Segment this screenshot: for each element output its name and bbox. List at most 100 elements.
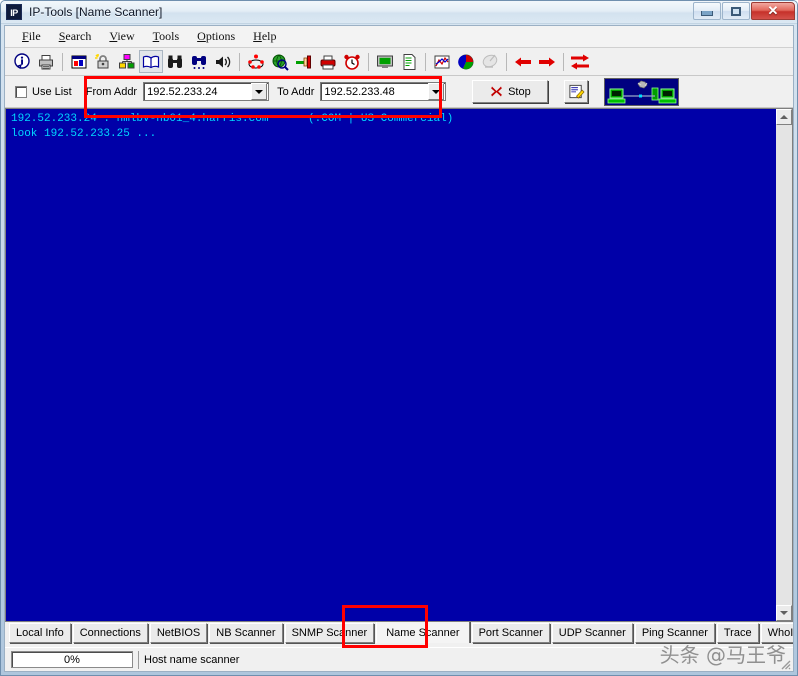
from-addr-combo[interactable]: 192.52.233.24 xyxy=(143,82,269,101)
name-scanner-button[interactable] xyxy=(139,50,163,73)
network-activity-indicator xyxy=(604,78,679,106)
tab-ping-scanner[interactable]: Ping Scanner xyxy=(635,623,715,643)
vertical-scrollbar[interactable] xyxy=(776,108,793,622)
menu-item-options[interactable]: Options xyxy=(188,27,244,46)
close-button[interactable]: ✕ xyxy=(751,2,795,20)
trace-button[interactable] xyxy=(244,50,268,73)
scan-output-pane[interactable]: 192.52.233.24 : nmlbv-nb01_4.harris.com … xyxy=(5,108,776,622)
menu-item-file[interactable]: File xyxy=(13,27,50,46)
toolbar-separator xyxy=(425,53,426,71)
tab-port-scanner[interactable]: Port Scanner xyxy=(472,623,550,643)
tab-name-scanner[interactable]: Name Scanner xyxy=(376,622,469,643)
to-addr-dropdown-button[interactable] xyxy=(428,83,444,100)
tab-netbios[interactable]: NetBIOS xyxy=(150,623,207,643)
tab-local-info[interactable]: Local Info xyxy=(9,623,71,643)
local-info-button[interactable] xyxy=(34,50,58,73)
to-addr-combo[interactable]: 192.52.233.48 xyxy=(320,82,446,101)
client-area: File Search View Tools Options Help xyxy=(4,25,794,672)
scanner-tab-strip: Local Info Connections NetBIOS NB Scanne… xyxy=(5,622,793,647)
maximize-icon xyxy=(731,7,741,16)
stop-button-label: Stop xyxy=(508,86,531,98)
title-bar: IP IP-Tools [Name Scanner] ✕ xyxy=(1,1,797,24)
chevron-up-icon xyxy=(780,115,788,119)
alarm-button[interactable] xyxy=(340,50,364,73)
document-button[interactable] xyxy=(397,50,421,73)
satellite-button[interactable] xyxy=(478,50,502,73)
scroll-up-button[interactable] xyxy=(776,109,792,125)
output-line: 192.52.233.24 : nmlbv-nb01_4.harris.com … xyxy=(11,112,776,127)
stop-x-icon xyxy=(490,85,503,98)
scrollbar-track[interactable] xyxy=(776,125,792,605)
caption-button-group: ✕ xyxy=(692,2,795,20)
report-pencil-icon xyxy=(568,83,585,100)
network-nodes-icon xyxy=(118,53,136,71)
toolbar-separator xyxy=(239,53,240,71)
ping-scanner-button[interactable] xyxy=(211,50,235,73)
back-arrow-icon xyxy=(513,53,533,71)
menu-item-help[interactable]: Help xyxy=(244,27,285,46)
nb-scanner-button[interactable] xyxy=(115,50,139,73)
line-graph-icon xyxy=(433,53,451,71)
menu-item-search[interactable]: Search xyxy=(50,27,101,46)
to-addr-label: To Addr xyxy=(277,86,314,98)
monitor-icon xyxy=(376,53,394,71)
tab-udp-scanner[interactable]: UDP Scanner xyxy=(552,623,633,643)
from-addr-dropdown-button[interactable] xyxy=(251,83,267,100)
resize-grip-icon[interactable] xyxy=(777,656,791,670)
use-list-checkbox[interactable] xyxy=(15,86,27,98)
chevron-down-icon xyxy=(432,90,440,94)
graph-button[interactable] xyxy=(430,50,454,73)
pie-chart-icon xyxy=(457,53,475,71)
to-addr-input[interactable]: 192.52.233.48 xyxy=(321,86,428,98)
toolbar-separator xyxy=(506,53,507,71)
udp-scanner-button[interactable] xyxy=(187,50,211,73)
minimize-button[interactable] xyxy=(693,2,721,20)
status-bar: 0% Host name scanner xyxy=(5,647,793,671)
pie-chart-button[interactable] xyxy=(454,50,478,73)
toolbar-separator xyxy=(62,53,63,71)
finger-button[interactable] xyxy=(292,50,316,73)
netbios-button[interactable] xyxy=(91,50,115,73)
output-line: look 192.52.233.25 ... xyxy=(11,127,776,142)
tab-nb-scanner[interactable]: NB Scanner xyxy=(209,623,282,643)
tab-snmp-scanner[interactable]: SNMP Scanner xyxy=(285,623,375,643)
connections-button[interactable] xyxy=(67,50,91,73)
chevron-down-icon xyxy=(780,611,788,615)
tab-trace[interactable]: Trace xyxy=(717,623,759,643)
printer-red-icon xyxy=(319,53,337,71)
minimize-icon xyxy=(701,11,713,16)
log-report-button[interactable] xyxy=(564,80,588,103)
open-book-icon xyxy=(142,53,160,71)
tab-whois[interactable]: WhoIs xyxy=(761,623,793,643)
port-scanner-button[interactable] xyxy=(163,50,187,73)
tab-connections[interactable]: Connections xyxy=(73,623,148,643)
maximize-button[interactable] xyxy=(722,2,750,20)
from-addr-label: From Addr xyxy=(86,86,137,98)
menu-item-view[interactable]: View xyxy=(100,27,143,46)
transfer-arrows-icon xyxy=(569,53,591,71)
nslookup-button[interactable] xyxy=(316,50,340,73)
stop-button[interactable]: Stop xyxy=(472,80,548,103)
use-list-checkbox-group[interactable]: Use List xyxy=(15,86,72,98)
lock-icon xyxy=(94,53,112,71)
from-addr-input[interactable]: 192.52.233.24 xyxy=(144,86,251,98)
whois-button[interactable] xyxy=(268,50,292,73)
close-icon: ✕ xyxy=(768,5,779,17)
menu-bar: File Search View Tools Options Help xyxy=(5,26,793,48)
hand-pointer-icon xyxy=(295,53,313,71)
transfer-button[interactable] xyxy=(568,50,592,73)
application-window: IP IP-Tools [Name Scanner] ✕ File Search… xyxy=(0,0,798,676)
alarm-clock-icon xyxy=(343,53,361,71)
chevron-down-icon xyxy=(255,90,263,94)
output-area: 192.52.233.24 : nmlbv-nb01_4.harris.com … xyxy=(5,108,793,622)
scroll-down-button[interactable] xyxy=(776,605,792,621)
toolbar xyxy=(5,48,793,76)
forward-button[interactable] xyxy=(535,50,559,73)
people-ring-icon xyxy=(247,53,265,71)
satellite-dish-icon xyxy=(481,53,499,71)
about-info-button[interactable] xyxy=(10,50,34,73)
menu-item-tools[interactable]: Tools xyxy=(144,27,189,46)
monitor-button[interactable] xyxy=(373,50,397,73)
binoculars-dots-icon xyxy=(190,53,208,71)
back-button[interactable] xyxy=(511,50,535,73)
